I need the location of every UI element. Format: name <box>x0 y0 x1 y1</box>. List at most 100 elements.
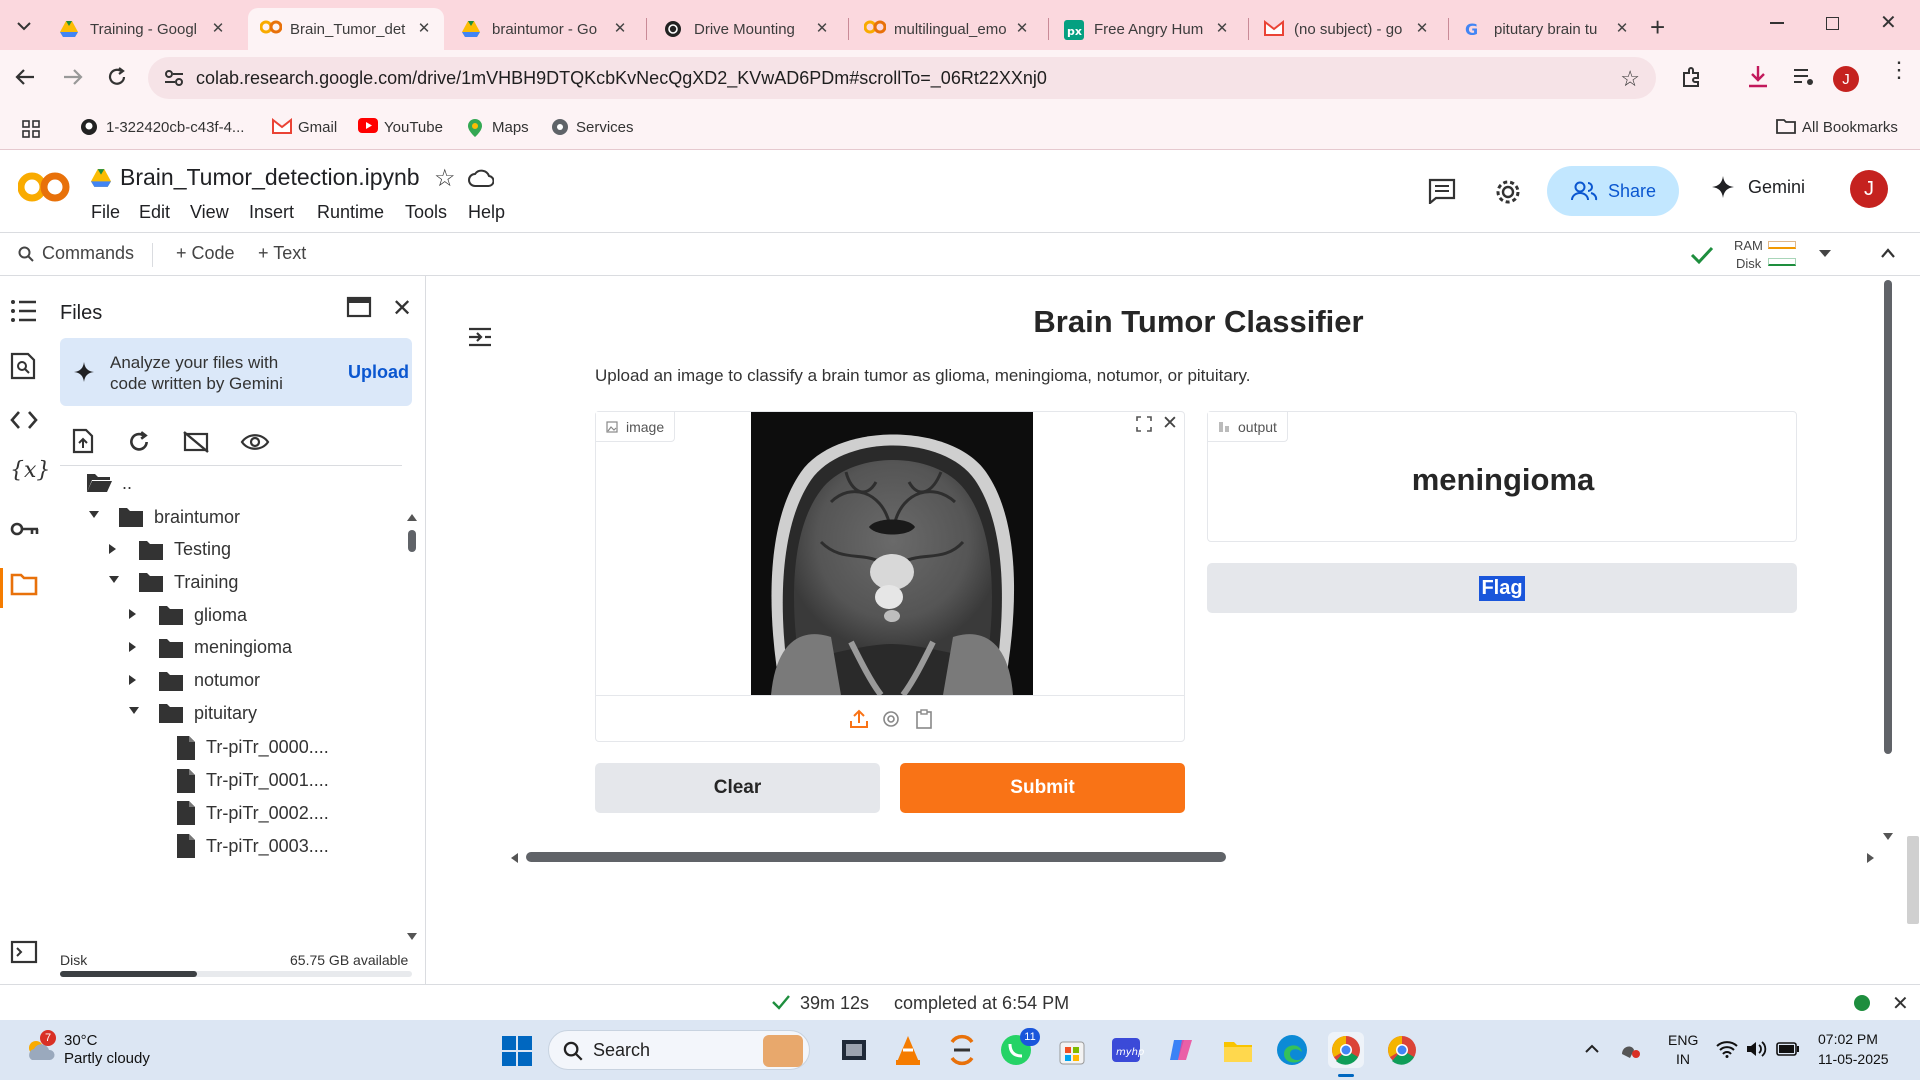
edge-icon[interactable] <box>1274 1032 1310 1068</box>
close-icon[interactable]: ✕ <box>1614 21 1630 37</box>
ms-store-icon[interactable] <box>1054 1032 1090 1068</box>
caret-down-icon[interactable] <box>128 706 142 720</box>
close-icon[interactable]: ✕ <box>612 21 628 37</box>
refresh-icon[interactable] <box>127 430 151 454</box>
h-scroll-left-arrow[interactable] <box>509 852 519 864</box>
scroll-down-arrow[interactable] <box>406 932 418 942</box>
tree-file[interactable]: Tr-piTr_0003.... <box>176 833 329 859</box>
bookmark-1[interactable]: Gmail <box>272 118 337 136</box>
webcam-source-icon[interactable] <box>882 710 900 728</box>
windows-start-icon[interactable] <box>502 1036 532 1066</box>
image-input-panel[interactable]: image ✕ <box>595 411 1185 742</box>
show-hidden-eye-icon[interactable] <box>240 432 270 452</box>
tree-folder-meningioma[interactable]: meningioma <box>128 637 292 659</box>
share-button[interactable]: Share <box>1547 166 1679 216</box>
bookmark-0[interactable]: 1-322420cb-c43f-4... <box>80 118 244 136</box>
task-view-icon[interactable] <box>836 1032 872 1068</box>
tab-4[interactable]: multilingual_emo ✕ <box>852 8 1042 50</box>
colab-logo-icon[interactable] <box>18 170 70 204</box>
tab-2[interactable]: braintumor - Go ✕ <box>450 8 640 50</box>
tree-parent-dir[interactable]: .. <box>86 472 132 494</box>
tree-folder-testing[interactable]: Testing <box>108 539 231 561</box>
terminal-icon[interactable] <box>10 940 40 970</box>
user-avatar[interactable]: J <box>1850 170 1888 208</box>
tree-file[interactable]: Tr-piTr_0000.... <box>176 735 329 761</box>
menu-edit[interactable]: Edit <box>139 202 170 223</box>
caret-down-icon[interactable] <box>108 575 122 589</box>
caret-down-icon[interactable] <box>88 510 102 524</box>
clear-button[interactable]: Clear <box>595 763 880 813</box>
fullscreen-icon[interactable] <box>1136 416 1152 432</box>
media-control-icon[interactable] <box>1792 66 1816 88</box>
close-icon[interactable]: ✕ <box>814 21 830 37</box>
clock-time[interactable]: 07:02 PM <box>1818 1031 1878 1047</box>
notebook-title[interactable]: Brain_Tumor_detection.ipynb <box>120 164 420 191</box>
cloud-icon[interactable] <box>468 168 494 188</box>
h-scroll-right-arrow[interactable] <box>1866 852 1876 864</box>
menu-help[interactable]: Help <box>468 202 505 223</box>
tab-6[interactable]: (no subject) - go ✕ <box>1252 8 1442 50</box>
h-scrollbar-thumb[interactable] <box>526 852 1226 862</box>
tree-folder-notumor[interactable]: notumor <box>128 670 260 692</box>
comments-icon[interactable] <box>1428 178 1456 204</box>
battery-icon[interactable] <box>1776 1042 1800 1056</box>
chrome-active-icon[interactable] <box>1328 1032 1364 1068</box>
table-of-contents-icon[interactable] <box>10 298 40 328</box>
bookmark-3[interactable]: Maps <box>466 118 529 137</box>
output-v-scrollbar-thumb[interactable] <box>1884 280 1892 754</box>
tab-5[interactable]: px Free Angry Hum ✕ <box>1052 8 1242 50</box>
language-top[interactable]: ENG <box>1668 1032 1698 1048</box>
minimize-icon[interactable] <box>1770 22 1784 24</box>
apps-grid-icon[interactable] <box>22 120 40 138</box>
menu-file[interactable]: File <box>91 202 120 223</box>
back-arrow-icon[interactable] <box>14 66 36 88</box>
tab-3[interactable]: Drive Mounting ✕ <box>652 8 842 50</box>
tray-app-icon[interactable] <box>1620 1040 1642 1060</box>
files-folder-icon[interactable] <box>10 572 40 602</box>
gemini-button[interactable]: Gemini <box>1712 176 1805 198</box>
caret-right-icon[interactable] <box>108 543 122 557</box>
extensions-icon[interactable] <box>1680 65 1704 89</box>
resources-dropdown-icon[interactable] <box>1818 249 1832 259</box>
close-icon[interactable]: ✕ <box>1014 21 1030 37</box>
forward-arrow-icon[interactable] <box>62 66 84 88</box>
more-vertical-icon[interactable]: ⋮ <box>1888 59 1910 81</box>
collapse-chevron-icon[interactable] <box>1880 247 1896 259</box>
add-code-button[interactable]: + Code <box>176 243 235 264</box>
submit-button[interactable]: Submit <box>900 763 1185 813</box>
download-icon[interactable] <box>1746 64 1770 90</box>
hp-app-icon[interactable]: myhp <box>1108 1032 1144 1068</box>
site-settings-icon[interactable] <box>164 69 184 87</box>
close-icon[interactable]: ✕ <box>1214 21 1230 37</box>
close-icon[interactable]: ✕ <box>416 21 432 37</box>
close-window-icon[interactable]: ✕ <box>1880 10 1897 35</box>
clear-image-x-icon[interactable]: ✕ <box>1162 412 1178 435</box>
close-panel-icon[interactable]: ✕ <box>392 294 412 323</box>
tree-scrollbar-thumb[interactable] <box>408 530 416 552</box>
caret-right-icon[interactable] <box>128 608 142 622</box>
bookmark-star-icon[interactable]: ☆ <box>1620 66 1640 92</box>
secrets-key-icon[interactable] <box>10 520 40 550</box>
upload-link[interactable]: Upload <box>348 362 409 383</box>
upload-source-icon[interactable] <box>849 709 869 729</box>
whatsapp-icon[interactable]: 11 <box>998 1028 1040 1068</box>
settings-gear-icon[interactable] <box>1494 178 1522 206</box>
flag-button[interactable]: Flag <box>1207 563 1797 613</box>
code-snippets-icon[interactable] <box>10 410 40 440</box>
copilot-icon[interactable] <box>1164 1032 1200 1068</box>
taskbar-search[interactable]: Search <box>548 1030 810 1070</box>
all-bookmarks[interactable]: All Bookmarks <box>1776 118 1898 136</box>
new-tab-plus-icon[interactable]: + <box>1650 12 1665 43</box>
restore-icon[interactable] <box>1826 17 1839 30</box>
wifi-icon[interactable] <box>1716 1040 1738 1058</box>
tab-7[interactable]: G pitutary brain tu ✕ <box>1452 8 1642 50</box>
volume-icon[interactable] <box>1746 1040 1768 1058</box>
menu-insert[interactable]: Insert <box>249 202 294 223</box>
language-bottom[interactable]: IN <box>1676 1051 1690 1067</box>
tab-1[interactable]: Brain_Tumor_det ✕ <box>248 8 444 50</box>
tree-folder-braintumor[interactable]: braintumor <box>88 506 240 528</box>
clipboard-source-icon[interactable] <box>916 709 932 729</box>
menu-tools[interactable]: Tools <box>405 202 447 223</box>
profile-avatar[interactable]: J <box>1833 66 1859 92</box>
tab-search-chevron-icon[interactable] <box>12 14 36 38</box>
